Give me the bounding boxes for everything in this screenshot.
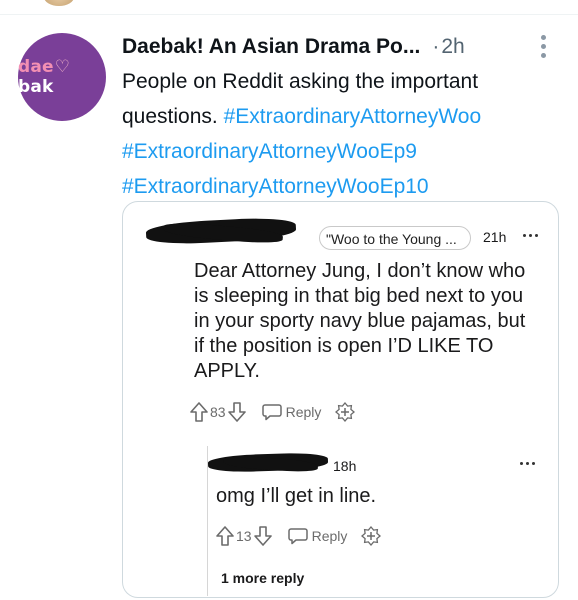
previous-tweet-edge xyxy=(0,0,578,15)
reply-score: 13 xyxy=(236,528,252,544)
upvote-icon xyxy=(216,526,234,546)
comment-text: Dear Attorney Jung, I don’t know who is … xyxy=(194,260,526,382)
hashtag-link[interactable]: #ExtraordinaryAttorneyWooEp10 xyxy=(122,175,429,198)
reply-time: 18h xyxy=(333,458,357,474)
comment-actions: 83 Reply xyxy=(190,402,356,422)
tweet-time[interactable]: 2h xyxy=(441,35,464,59)
reply-bubble-icon xyxy=(287,528,308,545)
downvote-icon xyxy=(227,402,246,422)
reply-label: Reply xyxy=(311,528,348,544)
heart-icon: ♡ xyxy=(54,57,71,77)
tweet-text: People on Reddit asking the important qu… xyxy=(122,64,562,204)
author-name[interactable]: Daebak! An Asian Drama Po... xyxy=(122,35,420,59)
avatar[interactable]: dae♡bak xyxy=(18,33,106,121)
downvote-icon xyxy=(253,526,272,546)
reply-label: Reply xyxy=(285,404,322,420)
reply-more-icon xyxy=(520,462,535,465)
reply-bubble-icon xyxy=(261,404,282,421)
user-flair: "Woo to the Young ... xyxy=(319,226,471,250)
reply-vote-group: 13 xyxy=(216,526,272,546)
reply-actions: 13 Reply xyxy=(216,526,382,546)
avatar-logo: dae♡bak xyxy=(18,57,106,97)
tweet-image-reddit-screenshot[interactable]: "Woo to the Young ... 21h Dear Attorney … xyxy=(122,201,559,598)
award-icon xyxy=(335,402,356,422)
avatar-logo-left: dae xyxy=(18,57,54,77)
thread-line xyxy=(207,446,208,596)
comment-more-icon xyxy=(523,234,538,237)
tweet-header: Daebak! An Asian Drama Po... · 2h xyxy=(122,33,562,61)
separator-dot: · xyxy=(432,35,440,58)
reply-text: omg I’ll get in line. xyxy=(216,485,377,507)
award-icon xyxy=(361,526,382,546)
more-vertical-icon[interactable] xyxy=(541,35,547,58)
upvote-icon xyxy=(190,402,208,422)
hashtag-link[interactable]: #ExtraordinaryAttorneyWooEp9 xyxy=(122,140,417,163)
comment-time: 21h xyxy=(483,229,507,245)
vote-group: 83 xyxy=(190,402,246,422)
previous-avatar xyxy=(44,0,74,6)
reply-button: Reply xyxy=(261,403,322,421)
hashtag-link[interactable]: #ExtraordinaryAttorneyWoo xyxy=(224,105,482,128)
reply-button: Reply xyxy=(287,527,348,545)
more-replies-link: 1 more reply xyxy=(221,570,305,586)
avatar-logo-right: bak xyxy=(18,77,54,97)
comment-score: 83 xyxy=(210,404,226,420)
